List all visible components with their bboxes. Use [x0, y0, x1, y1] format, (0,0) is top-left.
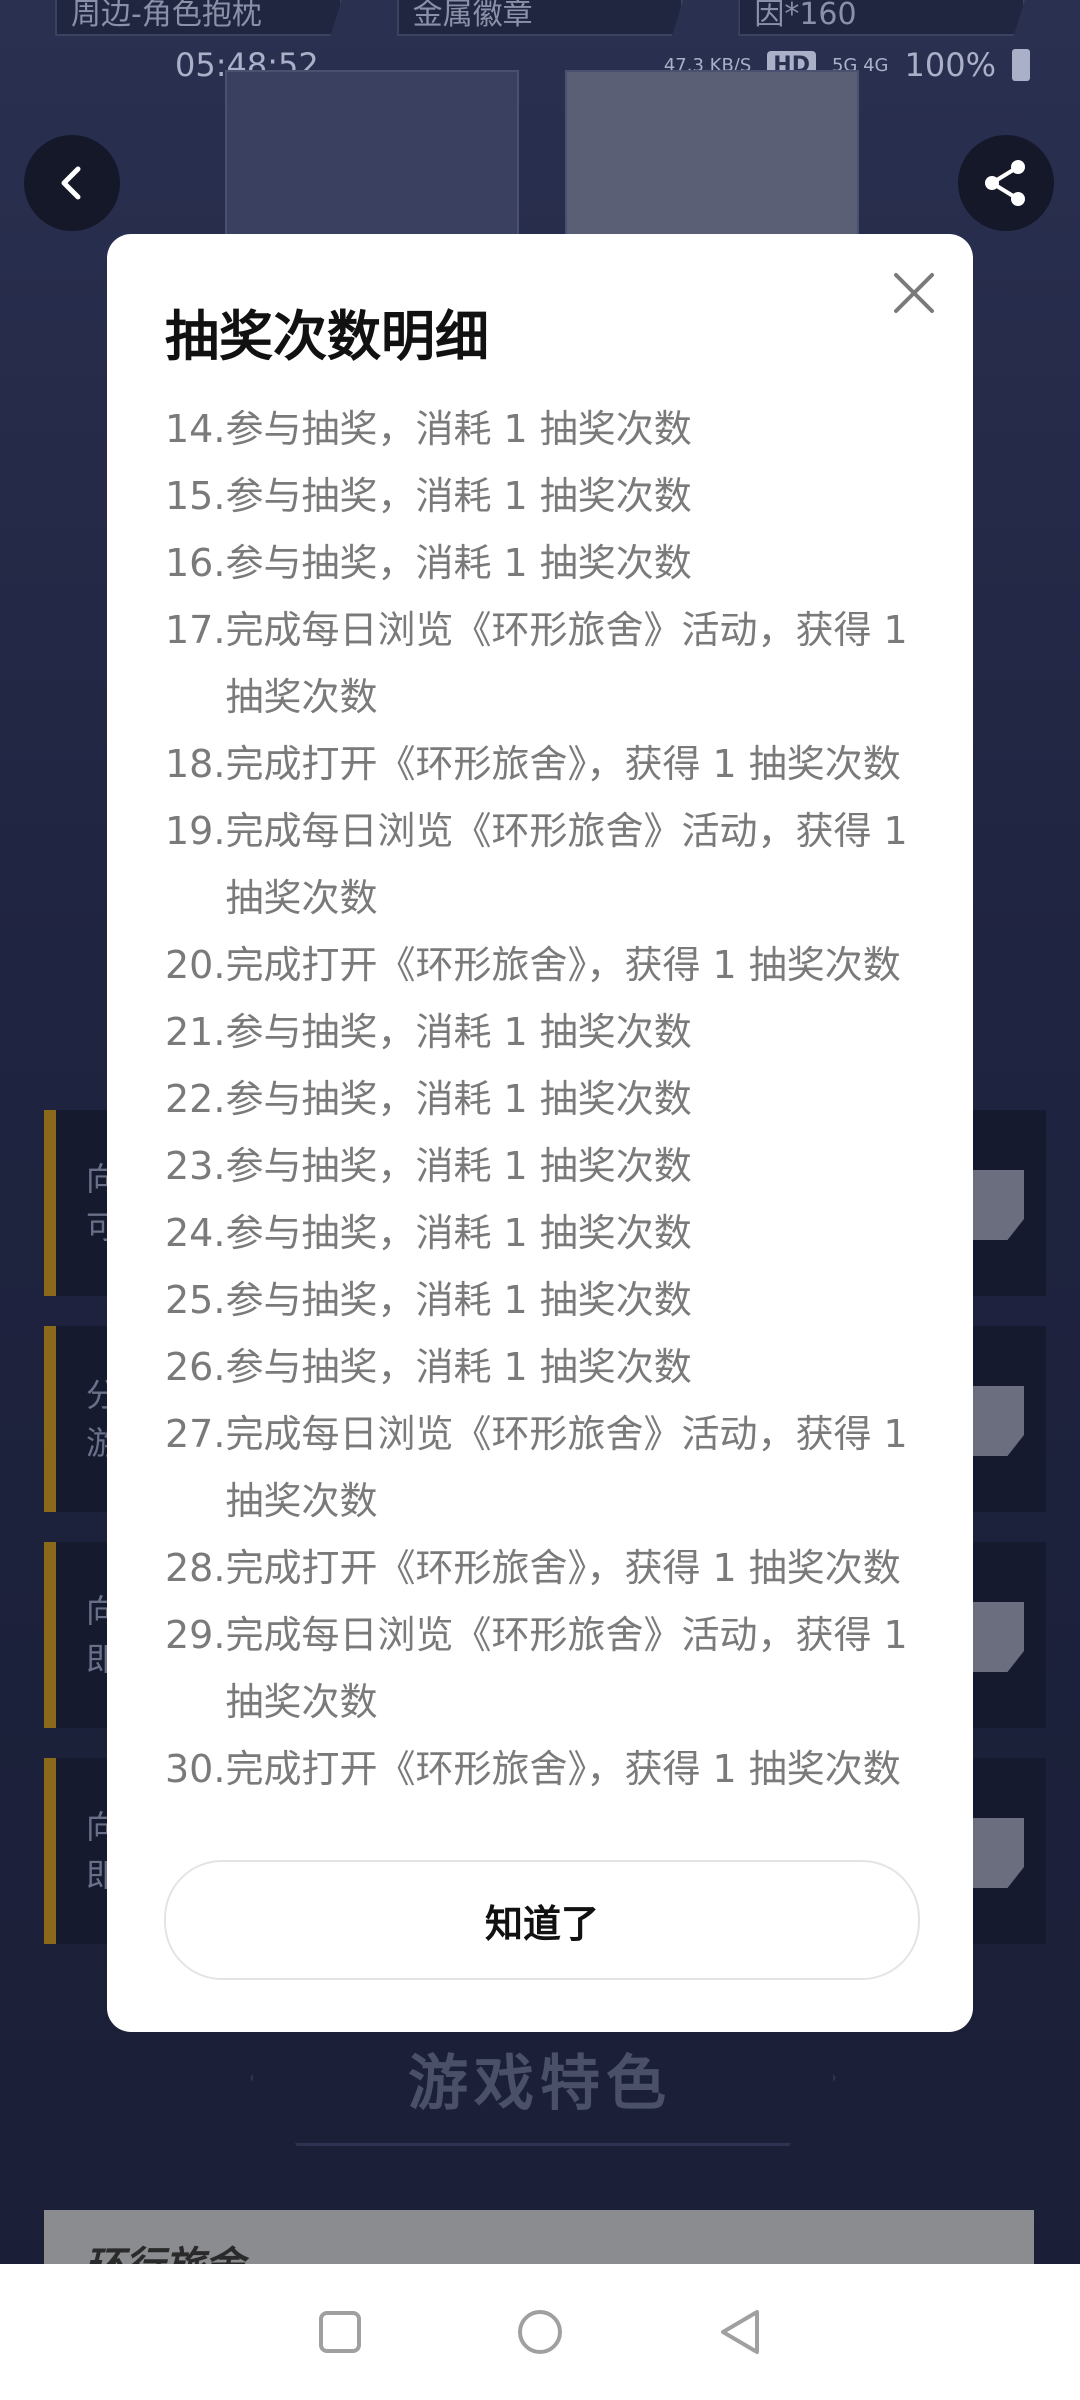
record-item: 20. 完成打开《环形旅舍》，获得 1 抽奖次数: [165, 932, 925, 999]
record-text: 完成打开《环形旅舍》，获得 1 抽奖次数: [225, 1546, 901, 1590]
record-item: 19. 完成每日浏览《环形旅舍》活动，获得 1 抽奖次数: [165, 798, 925, 932]
record-text: 完成每日浏览《环形旅舍》活动，获得 1 抽奖次数: [225, 1412, 908, 1523]
record-number: 27.: [165, 1412, 226, 1456]
record-text: 参与抽奖，消耗 1 抽奖次数: [225, 1278, 692, 1322]
record-item: 28. 完成打开《环形旅舍》，获得 1 抽奖次数: [165, 1535, 925, 1602]
record-number: 16.: [165, 541, 226, 585]
recent-apps-button[interactable]: [310, 2302, 370, 2362]
record-text: 完成每日浏览《环形旅舍》活动，获得 1 抽奖次数: [225, 809, 908, 920]
record-number: 18.: [165, 742, 226, 786]
close-icon: [894, 273, 934, 313]
battery-icon: [1012, 49, 1030, 81]
record-item: 30. 完成打开《环形旅舍》，获得 1 抽奖次数: [165, 1736, 925, 1803]
share-icon: [985, 160, 1025, 206]
record-text: 参与抽奖，消耗 1 抽奖次数: [225, 1211, 692, 1255]
record-number: 30.: [165, 1747, 226, 1791]
record-number: 19.: [165, 809, 226, 853]
record-item: 17. 完成每日浏览《环形旅舍》活动，获得 1 抽奖次数: [165, 597, 925, 731]
record-item: 27. 完成每日浏览《环形旅舍》活动，获得 1 抽奖次数: [165, 1401, 925, 1535]
section-title: 游戏特色: [408, 2049, 672, 2119]
prize-tabs: 周边-角色抱枕 金属徽章 因*160: [55, 0, 1026, 36]
record-number: 20.: [165, 943, 226, 987]
record-item: 18. 完成打开《环形旅舍》，获得 1 抽奖次数: [165, 731, 925, 798]
share-button[interactable]: [958, 135, 1054, 231]
draw-records-list[interactable]: 14. 参与抽奖，消耗 1 抽奖次数 15. 参与抽奖，消耗 1 抽奖次数 16. 参与抽…: [165, 396, 925, 2036]
record-text: 参与抽奖，消耗 1 抽奖次数: [225, 474, 692, 518]
record-item: 25. 参与抽奖，消耗 1 抽奖次数: [165, 1267, 925, 1334]
circle-icon: [518, 2310, 562, 2354]
record-text: 完成打开《环形旅舍》，获得 1 抽奖次数: [225, 1747, 901, 1791]
record-text: 参与抽奖，消耗 1 抽奖次数: [225, 407, 692, 451]
record-number: 15.: [165, 474, 226, 518]
confirm-button[interactable]: 知道了: [164, 1860, 920, 1980]
record-number: 24.: [165, 1211, 226, 1255]
record-text: 参与抽奖，消耗 1 抽奖次数: [225, 1144, 692, 1188]
close-button[interactable]: [881, 260, 947, 326]
battery-level: 100%: [904, 46, 996, 84]
prize-tab[interactable]: 因*160: [738, 0, 1026, 36]
record-text: 参与抽奖，消耗 1 抽奖次数: [225, 1010, 692, 1054]
record-text: 完成每日浏览《环形旅舍》活动，获得 1 抽奖次数: [225, 608, 908, 719]
triangle-back-icon: [721, 2310, 759, 2354]
record-item: 14. 参与抽奖，消耗 1 抽奖次数: [165, 396, 925, 463]
record-item: 23. 参与抽奖，消耗 1 抽奖次数: [165, 1133, 925, 1200]
chevron-left-icon: [61, 166, 81, 200]
status-bar: 05:48:52 47.3 KB/S HD 5G 4G 100%: [0, 46, 1080, 90]
record-item: 16. 参与抽奖，消耗 1 抽奖次数: [165, 530, 925, 597]
record-item: 22. 参与抽奖，消耗 1 抽奖次数: [165, 1066, 925, 1133]
prize-image-pillow: [225, 70, 519, 244]
record-text: 完成打开《环形旅舍》，获得 1 抽奖次数: [225, 742, 901, 786]
home-button[interactable]: [510, 2302, 570, 2362]
draw-count-detail-dialog: 抽奖次数明细 14. 参与抽奖，消耗 1 抽奖次数 15. 参与抽奖，消耗 1 抽奖次…: [107, 234, 973, 2032]
record-text: 完成每日浏览《环形旅舍》活动，获得 1 抽奖次数: [225, 1613, 908, 1724]
prize-image-badge: [565, 70, 859, 244]
record-number: 29.: [165, 1613, 226, 1657]
record-number: 14.: [165, 407, 226, 451]
prize-tab[interactable]: 金属徽章: [396, 0, 684, 36]
record-text: 完成打开《环形旅舍》，获得 1 抽奖次数: [225, 943, 901, 987]
system-navigation-bar: [0, 2264, 1080, 2400]
dialog-title: 抽奖次数明细: [165, 305, 489, 368]
record-number: 28.: [165, 1546, 226, 1590]
record-number: 22.: [165, 1077, 226, 1121]
record-item: 29. 完成每日浏览《环形旅舍》活动，获得 1 抽奖次数: [165, 1602, 925, 1736]
record-item: 21. 参与抽奖，消耗 1 抽奖次数: [165, 999, 925, 1066]
record-item: 26. 参与抽奖，消耗 1 抽奖次数: [165, 1334, 925, 1401]
record-text: 参与抽奖，消耗 1 抽奖次数: [225, 541, 692, 585]
prize-tab[interactable]: 周边-角色抱枕: [55, 0, 342, 36]
record-number: 17.: [165, 608, 226, 652]
record-item: 15. 参与抽奖，消耗 1 抽奖次数: [165, 463, 925, 530]
record-number: 21.: [165, 1010, 226, 1054]
square-icon: [319, 2311, 361, 2353]
record-number: 25.: [165, 1278, 226, 1322]
system-back-button[interactable]: [710, 2302, 770, 2362]
back-button[interactable]: [24, 135, 120, 231]
record-number: 23.: [165, 1144, 226, 1188]
record-item: 24. 参与抽奖，消耗 1 抽奖次数: [165, 1200, 925, 1267]
record-number: 26.: [165, 1345, 226, 1389]
record-text: 参与抽奖，消耗 1 抽奖次数: [225, 1345, 692, 1389]
record-text: 参与抽奖，消耗 1 抽奖次数: [225, 1077, 692, 1121]
